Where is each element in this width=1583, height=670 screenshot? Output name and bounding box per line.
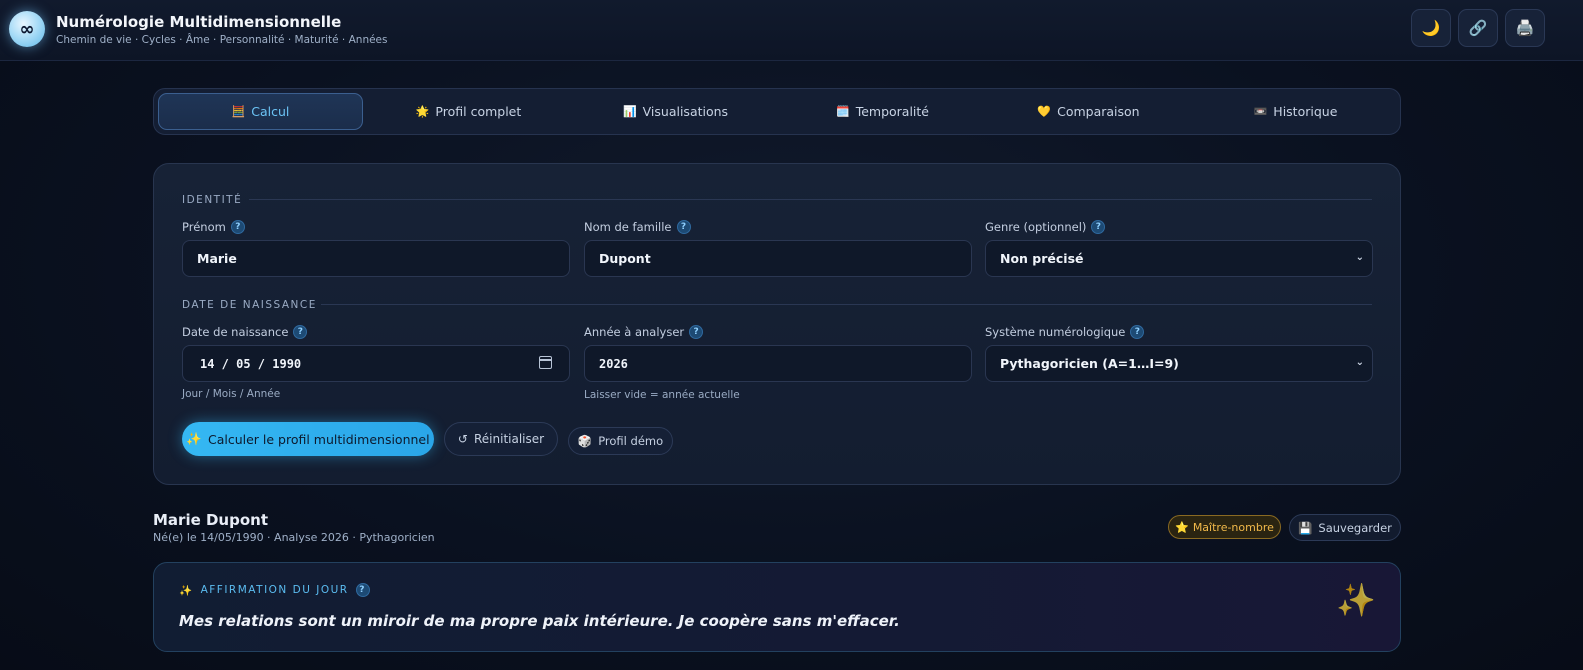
app-subtitle: Chemin de vie · Cycles · Âme · Personnal…: [56, 34, 388, 46]
link-icon: 🔗: [1468, 19, 1488, 37]
infinity-logo-icon: ∞: [9, 11, 45, 47]
system-select[interactable]: Pythagoricien (A=1…I=9) ⌄: [985, 345, 1373, 382]
history-icon: 📼: [1253, 105, 1268, 118]
bar-chart-icon: 📊: [622, 105, 637, 118]
sparkles-icon: ✨: [179, 584, 194, 597]
heart-icon: 💛: [1037, 105, 1052, 118]
last-name-label: Nom de famille ?: [584, 220, 691, 234]
tab-visualisations[interactable]: 📊 Visualisations: [573, 93, 778, 130]
save-button[interactable]: 💾 Sauvegarder: [1289, 514, 1401, 541]
tab-calcul[interactable]: 🧮 Calcul: [158, 93, 363, 130]
last-name-input[interactable]: Dupont: [584, 240, 972, 277]
birth-date-input[interactable]: 14 / 05 / 1990: [182, 345, 570, 382]
calculate-button[interactable]: ✨ Calculer le profil multidimensionnel: [182, 422, 434, 456]
tab-label: Comparaison: [1057, 104, 1140, 119]
identity-section-title: IDENTITÉ: [182, 194, 243, 206]
dice-icon: 🎲: [577, 434, 593, 448]
tab-label: Visualisations: [642, 104, 729, 119]
gender-label: Genre (optionnel) ?: [985, 220, 1106, 234]
app-header: ∞ Numérologie Multidimensionnelle Chemin…: [0, 0, 1583, 61]
abacus-icon: 🧮: [231, 105, 246, 118]
affirmation-text: Mes relations sont un miroir de ma propr…: [179, 612, 900, 630]
profile-meta: Né(e) le 14/05/1990 · Analyse 2026 · Pyt…: [153, 531, 435, 544]
first-name-label: Prénom ?: [182, 220, 245, 234]
tab-label: Calcul: [251, 104, 290, 119]
master-number-badge: ⭐ Maître-nombre: [1168, 515, 1281, 539]
daily-affirmation-card: ✨ AFFIRMATION DU JOUR ? Mes relations so…: [153, 562, 1401, 652]
tab-historique[interactable]: 📼 Historique: [1193, 93, 1398, 130]
tab-label: Temporalité: [855, 104, 929, 119]
tab-label: Profil complet: [435, 104, 522, 119]
app-title: Numérologie Multidimensionnelle: [56, 13, 342, 31]
profile-name: Marie Dupont: [153, 511, 269, 529]
help-icon[interactable]: ?: [676, 220, 691, 234]
birth-section-title: DATE DE NAISSANCE: [182, 299, 317, 311]
sparkles-icon: ✨: [186, 431, 202, 446]
year-input[interactable]: 2026: [584, 345, 972, 382]
help-icon[interactable]: ?: [293, 325, 308, 339]
year-hint: Laisser vide = année actuelle: [584, 389, 740, 401]
star-icon: ⭐: [1175, 520, 1189, 534]
gender-select[interactable]: Non précisé ⌄: [985, 240, 1373, 277]
floppy-disk-icon: 💾: [1298, 520, 1313, 535]
system-label: Système numérologique ?: [985, 325, 1145, 339]
help-icon[interactable]: ?: [230, 220, 245, 234]
tab-comparaison[interactable]: 💛 Comparaison: [986, 93, 1191, 130]
help-icon[interactable]: ?: [689, 325, 704, 339]
moon-icon: 🌙: [1421, 19, 1441, 37]
chevron-down-icon: ⌄: [1355, 252, 1364, 263]
help-icon[interactable]: ?: [355, 583, 370, 597]
help-icon[interactable]: ?: [1091, 220, 1106, 234]
divider: [321, 304, 1372, 305]
birth-date-label: Date de naissance ?: [182, 325, 308, 339]
tab-label: Historique: [1273, 104, 1338, 119]
share-link-button[interactable]: 🔗: [1458, 9, 1498, 47]
calendar-icon[interactable]: [539, 356, 552, 369]
year-label: Année à analyser ?: [584, 325, 704, 339]
reset-button[interactable]: ↺ Réinitialiser: [444, 422, 558, 456]
first-name-input[interactable]: Marie: [182, 240, 570, 277]
birth-date-hint: Jour / Mois / Année: [182, 388, 281, 400]
help-icon[interactable]: ?: [1130, 325, 1145, 339]
main-tabs: 🧮 Calcul 🌟 Profil complet 📊 Visualisatio…: [153, 88, 1401, 135]
sparkles-decor-icon: ✨: [1336, 581, 1376, 619]
star-icon: 🌟: [415, 105, 430, 118]
tab-profil-complet[interactable]: 🌟 Profil complet: [366, 93, 571, 130]
affirmation-title: ✨ AFFIRMATION DU JOUR ?: [179, 583, 370, 597]
tab-temporalite[interactable]: 🗓️ Temporalité: [780, 93, 985, 130]
reset-icon: ↺: [457, 432, 468, 446]
calendar-icon: 🗓️: [835, 105, 850, 118]
chevron-down-icon: ⌄: [1355, 357, 1364, 368]
print-button[interactable]: 🖨️: [1505, 9, 1545, 47]
theme-toggle-button[interactable]: 🌙: [1411, 9, 1451, 47]
calculation-form: IDENTITÉ Prénom ? Marie Nom de famille ?…: [153, 163, 1401, 485]
printer-icon: 🖨️: [1515, 19, 1535, 37]
divider: [249, 199, 1372, 200]
demo-profile-button[interactable]: 🎲 Profil démo: [568, 427, 673, 455]
